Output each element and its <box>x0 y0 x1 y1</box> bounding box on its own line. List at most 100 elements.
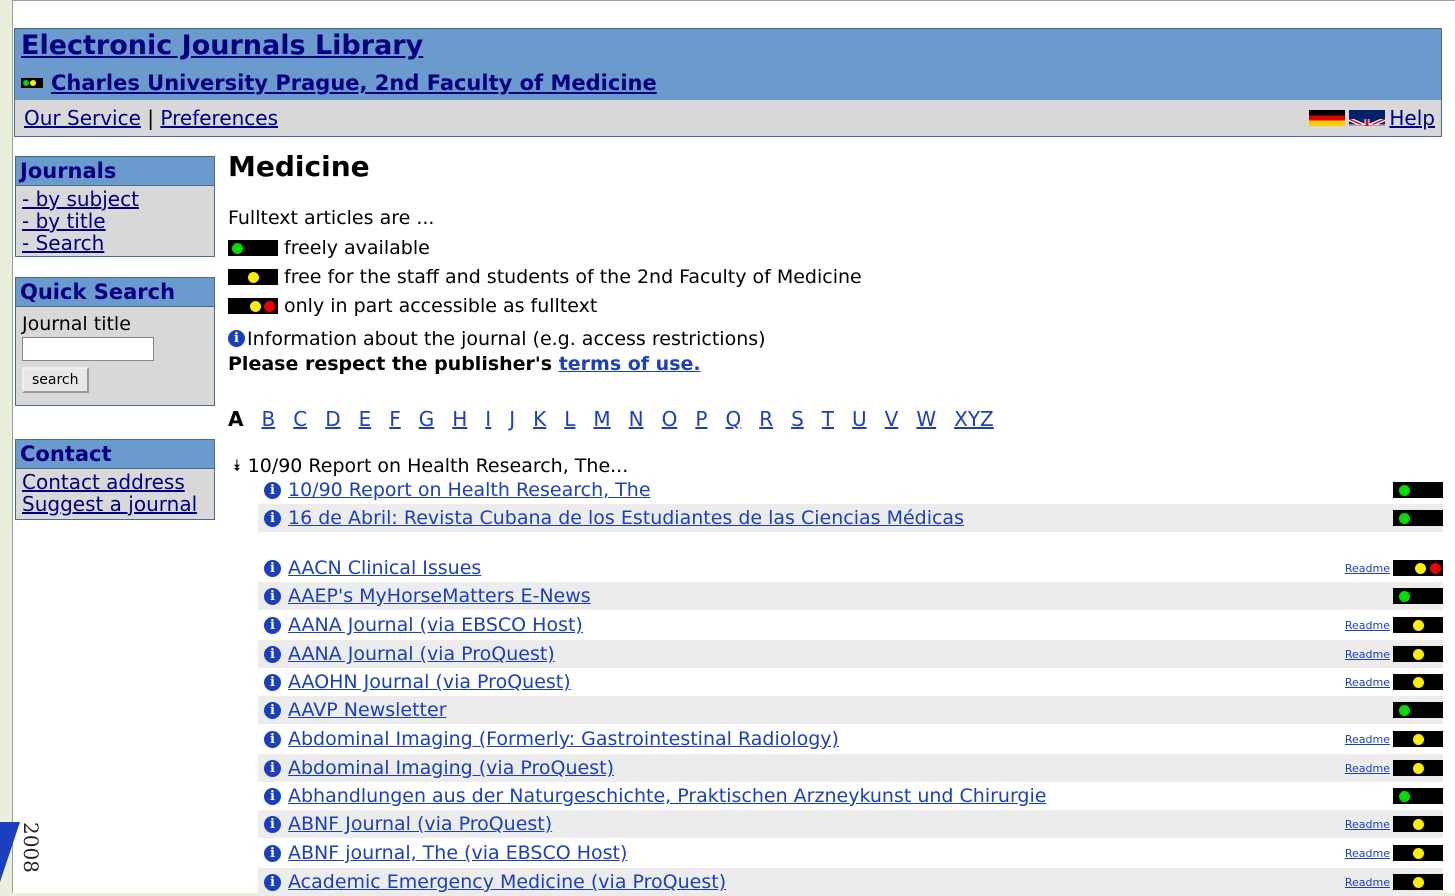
journal-title-link[interactable]: Academic Emergency Medicine (via ProQues… <box>288 871 726 893</box>
journal-row: i AACN Clinical Issues Readme <box>258 554 1443 582</box>
institution-link[interactable]: Charles University Prague, 2nd Faculty o… <box>51 71 657 95</box>
legend-row-green: freely available <box>228 233 1443 262</box>
letter-link-o[interactable]: O <box>662 407 678 431</box>
journal-title-link[interactable]: 16 de Abril: Revista Cubana de los Estud… <box>288 507 964 529</box>
green-light-icon <box>1393 788 1443 804</box>
journal-title-link[interactable]: AAOHN Journal (via ProQuest) <box>288 671 571 693</box>
readme-link[interactable]: Readme <box>1345 818 1390 831</box>
info-icon[interactable]: i <box>264 844 281 862</box>
letter-link-m[interactable]: M <box>593 407 610 431</box>
preferences-link[interactable]: Preferences <box>160 106 278 130</box>
journal-row: i AAOHN Journal (via ProQuest) Readme <box>258 668 1443 696</box>
info-icon[interactable]: i <box>264 815 281 833</box>
yellow-light-icon <box>1393 874 1443 890</box>
journal-title-link[interactable]: ABNF Journal (via ProQuest) <box>288 813 552 835</box>
search-button[interactable]: search <box>22 367 89 393</box>
readme-link[interactable]: Readme <box>1345 733 1390 746</box>
letter-link-t[interactable]: T <box>822 407 834 431</box>
journal-title-link[interactable]: 10/90 Report on Health Research, The <box>288 479 651 501</box>
yellow-light-icon <box>1393 816 1443 832</box>
letter-link-d[interactable]: D <box>325 407 340 431</box>
yellow-light-icon <box>1393 731 1443 747</box>
info-icon[interactable]: i <box>264 509 281 527</box>
journal-title-link[interactable]: Abdominal Imaging (via ProQuest) <box>288 757 614 779</box>
collapse-arrow-icon[interactable]: ⯯ <box>232 456 242 476</box>
journal-title-link[interactable]: Abdominal Imaging (Formerly: Gastrointes… <box>288 728 839 750</box>
journal-title-link[interactable]: AAEP's MyHorseMatters E-News <box>288 585 591 607</box>
terms-of-use-link[interactable]: terms of use. <box>559 353 701 375</box>
terms-prefix: Please respect the publisher's <box>228 353 553 375</box>
by-title-link[interactable]: - by title <box>22 210 208 232</box>
letter-link-p[interactable]: P <box>695 407 707 431</box>
letter-link-s[interactable]: S <box>791 407 804 431</box>
letter-link-w[interactable]: W <box>916 407 936 431</box>
letter-link-e[interactable]: E <box>359 407 372 431</box>
journal-title-link[interactable]: Abhandlungen aus der Naturgeschichte, Pr… <box>288 785 1046 807</box>
by-subject-link[interactable]: - by subject <box>22 188 208 210</box>
journal-status: Readme <box>1345 646 1443 662</box>
info-icon[interactable]: i <box>264 673 281 691</box>
readme-link[interactable]: Readme <box>1345 847 1390 860</box>
info-icon[interactable]: i <box>264 873 281 891</box>
journal-title-link[interactable]: AACN Clinical Issues <box>288 557 481 579</box>
journal-title-link[interactable]: AAVP Newsletter <box>288 699 447 721</box>
info-icon[interactable]: i <box>264 481 281 499</box>
info-icon[interactable]: i <box>264 559 281 577</box>
letter-link-f[interactable]: F <box>389 407 401 431</box>
letter-link-l[interactable]: L <box>564 407 575 431</box>
letter-link-u[interactable]: U <box>852 407 867 431</box>
green-light-icon <box>1393 510 1443 526</box>
info-icon[interactable]: i <box>264 730 281 748</box>
our-service-link[interactable]: Our Service <box>24 106 141 130</box>
journal-title-link[interactable]: AANA Journal (via ProQuest) <box>288 643 555 665</box>
readme-link[interactable]: Readme <box>1345 562 1390 575</box>
journal-status: Readme <box>1345 617 1443 633</box>
info-icon[interactable]: i <box>264 645 281 663</box>
info-icon[interactable]: i <box>264 759 281 777</box>
yellow-red-light-icon <box>1393 560 1443 576</box>
readme-link[interactable]: Readme <box>1345 762 1390 775</box>
letter-link-q[interactable]: Q <box>725 407 741 431</box>
legend-text: only in part accessible as fulltext <box>284 294 598 317</box>
suggest-journal-link[interactable]: Suggest a journal <box>22 493 208 515</box>
alphabet-current: A <box>228 407 244 431</box>
letter-link-k[interactable]: K <box>533 407 546 431</box>
journal-status: Readme <box>1345 674 1443 690</box>
quick-search-heading: Quick Search <box>16 278 214 307</box>
info-text: Information about the journal (e.g. acce… <box>247 327 766 350</box>
journal-title-input[interactable] <box>22 337 154 361</box>
readme-link[interactable]: Readme <box>1345 876 1390 889</box>
readme-link[interactable]: Readme <box>1345 648 1390 661</box>
info-legend-row: i Information about the journal (e.g. ac… <box>228 324 1443 353</box>
letter-link-xyz[interactable]: XYZ <box>954 407 994 431</box>
subject-heading: Medicine <box>228 150 370 183</box>
info-icon[interactable]: i <box>264 587 281 605</box>
english-flag-icon[interactable] <box>1349 110 1386 126</box>
letter-link-r[interactable]: R <box>759 407 773 431</box>
site-title-link[interactable]: Electronic Journals Library <box>21 30 423 61</box>
letter-link-j[interactable]: J <box>509 407 515 431</box>
yellow-light-icon <box>1393 617 1443 633</box>
letter-link-g[interactable]: G <box>419 407 435 431</box>
journal-row: i Abhandlungen aus der Naturgeschichte, P… <box>258 782 1443 810</box>
search-link[interactable]: - Search <box>22 232 208 254</box>
readme-link[interactable]: Readme <box>1345 676 1390 689</box>
readme-link[interactable]: Readme <box>1345 619 1390 632</box>
letter-link-b[interactable]: B <box>261 407 275 431</box>
contact-address-link[interactable]: Contact address <box>22 471 208 493</box>
help-link[interactable]: Help <box>1389 100 1435 136</box>
journal-title-link[interactable]: AANA Journal (via EBSCO Host) <box>288 614 583 636</box>
info-icon[interactable]: i <box>264 616 281 634</box>
letter-link-n[interactable]: N <box>629 407 644 431</box>
yellow-light-icon <box>1393 760 1443 776</box>
letter-link-v[interactable]: V <box>885 407 899 431</box>
info-icon[interactable]: i <box>264 701 281 719</box>
letter-link-c[interactable]: C <box>293 407 307 431</box>
letter-link-h[interactable]: H <box>452 407 467 431</box>
journal-title-link[interactable]: ABNF journal, The (via EBSCO Host) <box>288 842 627 864</box>
site-header: Electronic Journals Library Charles Univ… <box>14 28 1442 102</box>
letter-link-i[interactable]: I <box>485 407 491 431</box>
info-icon[interactable]: i <box>264 787 281 805</box>
german-flag-icon[interactable] <box>1309 110 1346 126</box>
green-light-icon <box>1393 702 1443 718</box>
